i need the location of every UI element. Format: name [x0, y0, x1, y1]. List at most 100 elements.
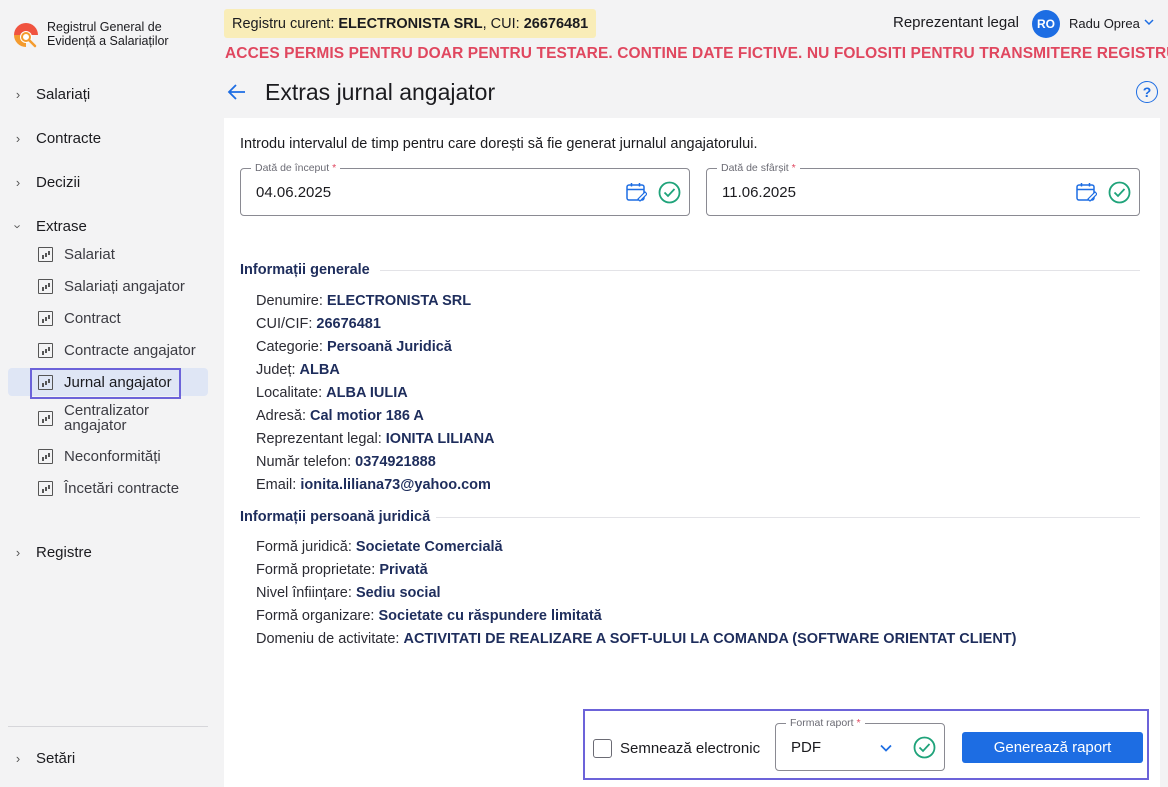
sidebar-item-centralizator-angajator[interactable]: Centralizator angajator [8, 403, 208, 433]
sidebar-item-contracte-angajator[interactable]: Contracte angajator [8, 336, 208, 364]
start-date-value: 04.06.2025 [256, 184, 332, 201]
sidebar-item-label: Contract [64, 309, 121, 327]
avatar[interactable]: RO [1032, 10, 1060, 38]
sidebar-item-contract[interactable]: Contract [8, 304, 208, 332]
sidebar-divider [8, 726, 208, 727]
format-label: Format raport [790, 717, 854, 729]
sidebar: Registrul General de Evidență a Salariaț… [0, 0, 224, 787]
info-value: ALBA [299, 362, 340, 378]
sidebar-group-contracte[interactable]: › Contracte [0, 123, 224, 153]
chevron-right-icon: › [15, 750, 21, 766]
info-row: Domeniu de activitate: ACTIVITATI DE REA… [256, 631, 1016, 647]
sidebar-item-jurnal-angajator[interactable]: Jurnal angajator [8, 368, 208, 399]
start-date-label: Dată de început [255, 162, 330, 174]
format-select[interactable]: Format raport * PDF [775, 717, 945, 771]
info-label: Domeniu de activitate: [256, 631, 404, 647]
end-date-value: 11.06.2025 [722, 184, 796, 201]
chevron-down-icon: › [10, 223, 26, 229]
info-value: ALBA IULIA [326, 385, 408, 401]
field-label: Format raport * [786, 717, 865, 729]
info-label: Reprezentant legal: [256, 431, 386, 447]
calendar-icon[interactable] [626, 182, 647, 202]
sign-electronically-label[interactable]: Semnează electronic [620, 740, 760, 757]
format-value: PDF [791, 739, 821, 756]
info-label: Formă organizare: [256, 608, 379, 624]
field-label: Dată de sfârșit * [717, 162, 800, 174]
info-label: Număr telefon: [256, 454, 356, 470]
sidebar-item-label: Contracte angajator [64, 341, 196, 359]
info-value: ACTIVITATI DE REALIZARE A SOFT-ULUI LA C… [403, 631, 1017, 647]
valid-check-icon [658, 181, 681, 204]
sidebar-group-decizii[interactable]: › Decizii [0, 167, 224, 197]
sidebar-item-label: Salariați angajator [64, 277, 185, 295]
info-row: Nivel înființare: Sediu social [256, 585, 441, 601]
generate-report-button[interactable]: Generează raport [962, 732, 1143, 763]
main-card: Introdu intervalul de timp pentru care d… [224, 118, 1160, 787]
info-value: IONITA LILIANA [385, 431, 495, 447]
section-title-legal: Informații persoană juridică [240, 509, 431, 525]
sidebar-item-salariat[interactable]: Salariat [8, 240, 208, 268]
sidebar-group-extrase[interactable]: › Extrase [0, 211, 224, 241]
required-mark: * [332, 162, 337, 174]
report-icon [38, 480, 53, 496]
sidebar-item-salariati-angajator[interactable]: Salariați angajator [8, 272, 208, 300]
info-value: 0374921888 [355, 454, 436, 470]
logo-text: Registrul General de Evidență a Salariaț… [47, 20, 169, 48]
sign-electronically-checkbox[interactable] [593, 739, 612, 758]
section-divider [436, 517, 1140, 518]
info-label: Nivel înființare: [256, 585, 356, 601]
info-value: 26676481 [316, 316, 381, 332]
sidebar-item-label: Încetări contracte [64, 479, 180, 497]
valid-check-icon [913, 736, 936, 759]
test-environment-warning: ACCES PERMIS PENTRU DOAR PENTRU TESTARE.… [225, 45, 1168, 62]
sidebar-item-label: Centralizator angajator [64, 402, 150, 434]
registry-cui: 26676481 [523, 15, 589, 32]
info-label: Email: [256, 477, 301, 493]
info-value: Privată [379, 562, 428, 578]
chevron-down-icon[interactable] [1143, 16, 1155, 28]
info-row: Formă proprietate: Privată [256, 562, 428, 578]
sidebar-item-neconformitati[interactable]: Neconformități [8, 442, 208, 470]
user-name[interactable]: Radu Oprea [1069, 16, 1140, 31]
sidebar-group-registre[interactable]: › Registre [0, 537, 224, 567]
info-row: Număr telefon: 0374921888 [256, 454, 436, 470]
sidebar-item-label: Salariat [64, 245, 115, 263]
app-logo[interactable]: Registrul General de Evidență a Salariaț… [12, 20, 187, 49]
sidebar-item-incetari-contracte[interactable]: Încetări contracte [8, 474, 208, 502]
calendar-icon[interactable] [1076, 182, 1097, 202]
end-date-field[interactable]: Dată de sfârșit * 11.06.2025 [706, 162, 1140, 216]
help-icon[interactable]: ? [1136, 81, 1158, 103]
info-row: Reprezentant legal: IONITA LILIANA [256, 431, 495, 447]
info-label: Formă proprietate: [256, 562, 380, 578]
report-icon [38, 246, 53, 262]
chevron-right-icon: › [15, 86, 21, 102]
info-row: CUI/CIF: 26676481 [256, 316, 381, 332]
sidebar-group-setari[interactable]: › Setări [0, 743, 224, 773]
sidebar-group-label: Extrase [36, 217, 87, 235]
info-label: Localitate: [256, 385, 327, 401]
info-value: Sediu social [355, 585, 441, 601]
info-row: Email: ionita.liliana73@yahoo.com [256, 477, 491, 493]
report-icon [38, 278, 53, 294]
sidebar-group-label: Salariați [36, 85, 91, 103]
page-title: Extras jurnal angajator [265, 79, 496, 105]
info-row: Formă juridică: Societate Comercială [256, 539, 503, 555]
start-date-field[interactable]: Dată de început * 04.06.2025 [240, 162, 690, 216]
info-row: Denumire: ELECTRONISTA SRL [256, 293, 471, 309]
field-label: Dată de început * [251, 162, 341, 174]
info-row: Categorie: Persoană Juridică [256, 339, 452, 355]
info-value: ELECTRONISTA SRL [326, 293, 472, 309]
info-row: Județ: ALBA [256, 362, 340, 378]
info-label: Județ: [256, 362, 300, 378]
chevron-right-icon: › [15, 174, 21, 190]
report-icon [38, 374, 53, 390]
sidebar-group-salariati[interactable]: › Salariați [0, 79, 224, 109]
info-label: Categorie: [256, 339, 327, 355]
sidebar-group-label: Setări [36, 749, 76, 767]
valid-check-icon [1108, 181, 1131, 204]
info-label: Denumire: [256, 293, 327, 309]
back-arrow-icon[interactable] [226, 81, 248, 103]
info-label: CUI/CIF: [256, 316, 317, 332]
sidebar-item-label: Neconformități [64, 447, 161, 465]
chevron-down-icon[interactable] [879, 741, 893, 755]
